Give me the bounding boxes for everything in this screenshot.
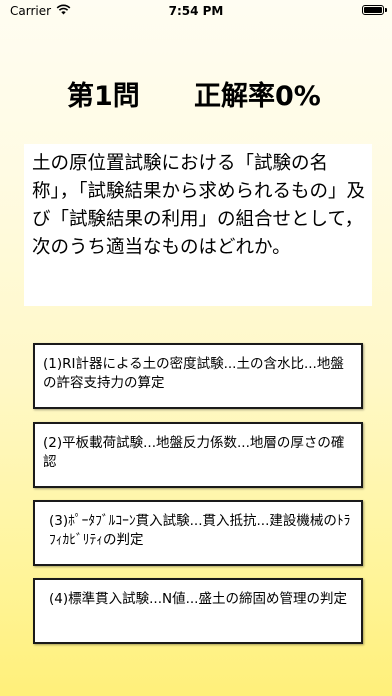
accuracy-rate: 正解率0% [194,81,321,112]
choice-button-2[interactable]: (2)平板載荷試験...地盤反力係数...地層の厚さの確認 [33,422,363,488]
question-number: 第1問 [67,81,140,112]
title-row: 第1問 正解率0% [0,74,392,114]
battery-level [364,7,382,13]
choice-button-4[interactable]: (4)標準貫入試験...N値...盛土の締固め管理の判定 [33,578,363,644]
status-bar: Carrier 7:54 PM [0,0,392,22]
battery-icon [362,5,387,15]
choice-button-1[interactable]: (1)RI計器による土の密度試験...土の含水比...地盤の許容支持力の算定 [33,343,363,409]
question-text: 土の原位置試験における「試験の名称」，「試験結果から求められるもの」及び「試験結… [24,144,372,306]
status-right [362,5,387,15]
status-time: 7:54 PM [168,4,224,18]
choice-button-3[interactable]: (3)ﾎﾟｰﾀﾌﾞﾙｺｰﾝ貫入試験...貫入抵抗...建設機械のﾄﾗﾌｨｶﾋﾞﾘ… [33,500,363,566]
